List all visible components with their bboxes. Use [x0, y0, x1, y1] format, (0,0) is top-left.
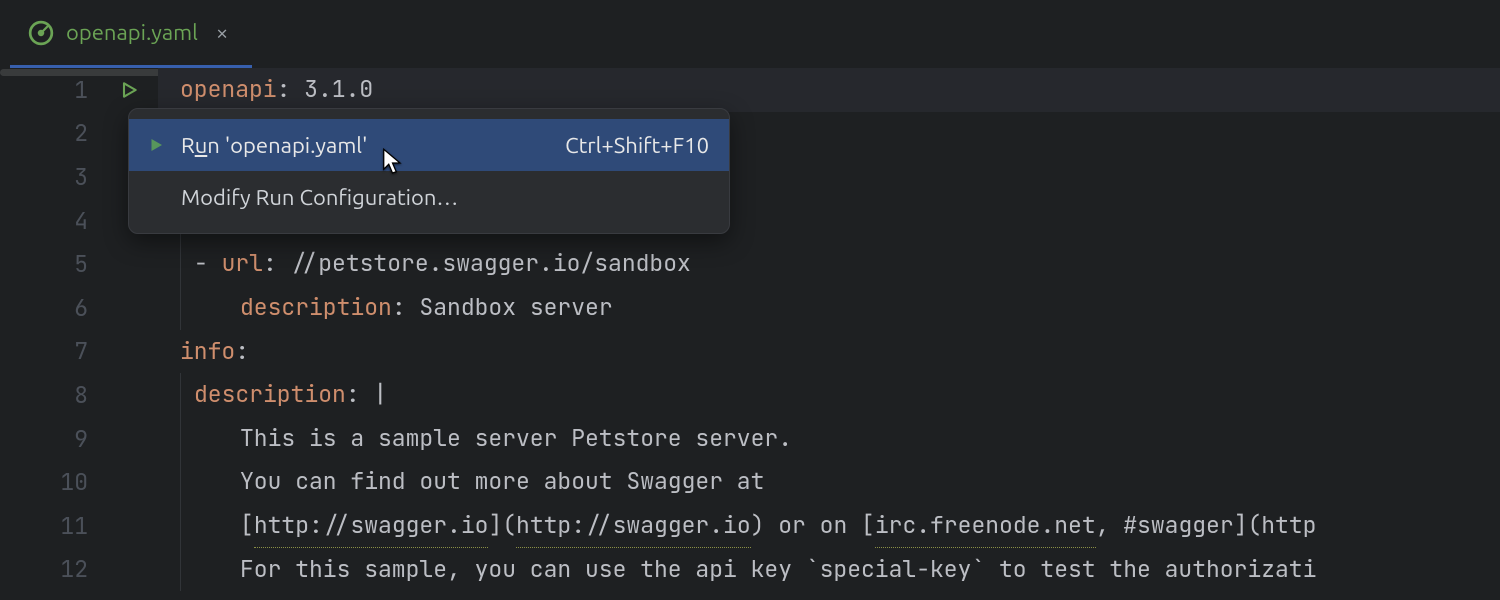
gutter-icon-slot [100, 417, 158, 461]
mouse-cursor [382, 148, 408, 182]
line-number[interactable]: 2 [0, 112, 100, 156]
code-line[interactable]: 7 info: [0, 330, 1500, 374]
gutter-icon-slot[interactable] [100, 68, 158, 112]
gutter-icon-slot [100, 504, 158, 548]
line-number[interactable]: 1 [0, 68, 100, 112]
tab-bar: openapi.yaml × [0, 0, 1500, 68]
indent-guide [180, 242, 181, 286]
gutter-icon-slot [100, 460, 158, 504]
indent-guide [180, 504, 181, 548]
code-text[interactable]: openapi: 3.1.0 [158, 68, 373, 112]
code-line[interactable]: 12 For this sample, you can use the api k… [0, 548, 1500, 592]
code-text[interactable]: For this sample, you can use the api key… [158, 548, 1316, 592]
editor-tab-title: openapi.yaml [66, 20, 198, 45]
code-text[interactable]: description: Sandbox server [158, 286, 613, 330]
menu-item-run[interactable]: Run 'openapi.yaml' Ctrl+Shift+F10 [129, 119, 729, 171]
menu-item-modify-config[interactable]: Modify Run Configuration… [129, 171, 729, 223]
menu-item-shortcut: Ctrl+Shift+F10 [565, 133, 709, 158]
code-text[interactable]: info: [158, 330, 249, 374]
line-number[interactable]: 8 [0, 373, 100, 417]
gutter-icon-slot [100, 242, 158, 286]
code-line[interactable]: 11 [http://swagger.io](http://swagger.io)… [0, 504, 1500, 548]
code-line[interactable]: 6 description: Sandbox server [0, 286, 1500, 330]
editor-tab-openapi[interactable]: openapi.yaml × [10, 0, 252, 68]
run-gutter-icon[interactable] [119, 80, 139, 100]
close-tab-button[interactable]: × [210, 20, 234, 45]
code-text[interactable]: This is a sample server Petstore server. [158, 417, 792, 461]
gutter-icon-slot [100, 373, 158, 417]
code-line[interactable]: 10 You can find out more about Swagger at [0, 460, 1500, 504]
indent-guide [180, 286, 181, 330]
code-text[interactable]: You can find out more about Swagger at [158, 460, 764, 504]
line-number[interactable]: 3 [0, 155, 100, 199]
line-number[interactable]: 4 [0, 199, 100, 243]
code-line[interactable]: 9 This is a sample server Petstore server… [0, 417, 1500, 461]
line-number[interactable]: 7 [0, 330, 100, 374]
line-number[interactable]: 11 [0, 504, 100, 548]
indent-guide [180, 460, 181, 504]
openapi-icon [28, 20, 54, 46]
line-number[interactable]: 9 [0, 417, 100, 461]
line-number[interactable]: 12 [0, 548, 100, 592]
menu-item-label: Run 'openapi.yaml' [181, 133, 367, 158]
code-text[interactable]: [http://swagger.io](http://swagger.io) o… [158, 504, 1316, 548]
gutter-icon-slot [100, 548, 158, 592]
code-line[interactable]: 8 description: | [0, 373, 1500, 417]
line-number[interactable]: 6 [0, 286, 100, 330]
gutter-icon-slot [100, 286, 158, 330]
line-number[interactable]: 10 [0, 460, 100, 504]
gutter-icon-slot [100, 330, 158, 374]
run-icon [147, 136, 171, 154]
code-line[interactable]: 1 openapi: 3.1.0 [0, 68, 1500, 112]
code-text[interactable]: description: | [158, 373, 387, 417]
code-text[interactable]: - url: //petstore.swagger.io/sandbox [158, 242, 691, 286]
indent-guide [180, 548, 181, 592]
run-context-menu: Run 'openapi.yaml' Ctrl+Shift+F10 Modify R… [128, 108, 730, 234]
indent-guide [180, 373, 181, 417]
indent-guide [180, 417, 181, 461]
menu-item-label: Modify Run Configuration… [181, 185, 458, 210]
code-line[interactable]: 5 - url: //petstore.swagger.io/sandbox [0, 242, 1500, 286]
line-number[interactable]: 5 [0, 242, 100, 286]
